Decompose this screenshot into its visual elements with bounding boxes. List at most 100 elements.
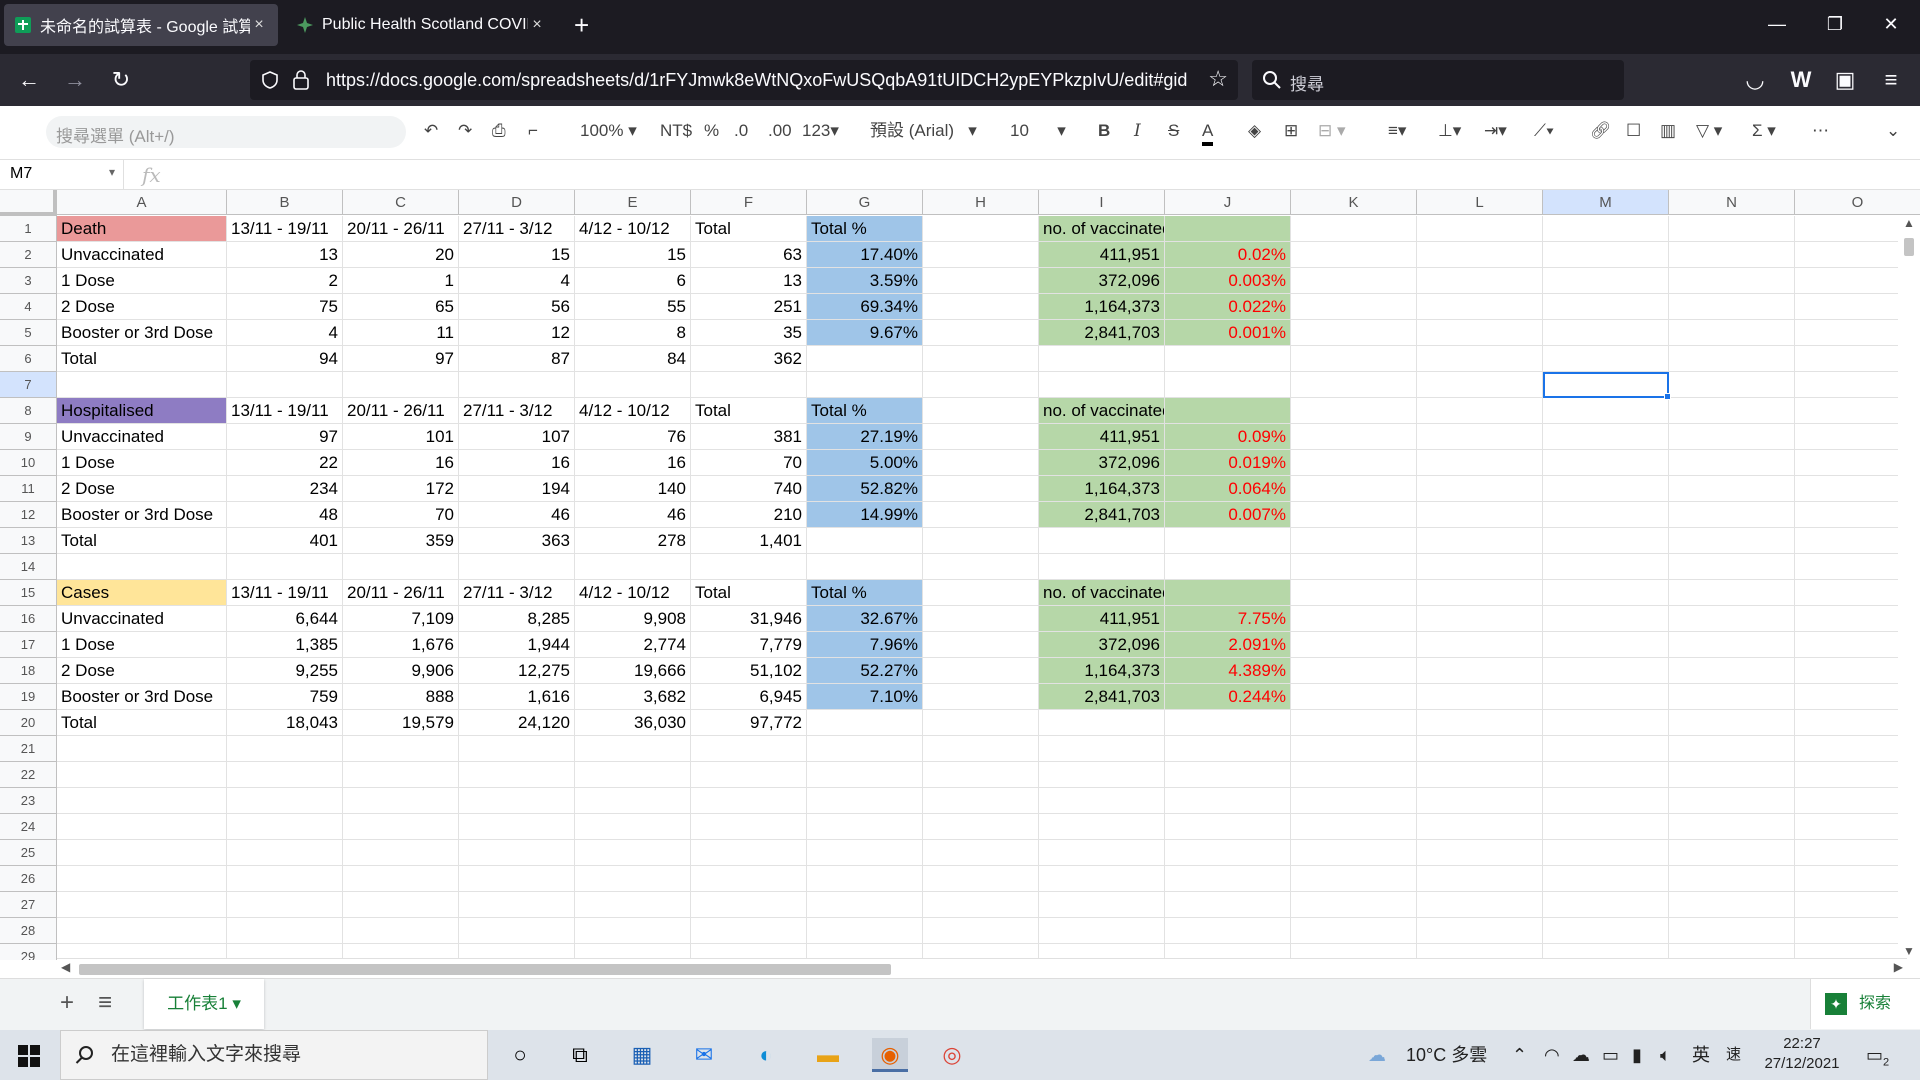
cell-m8[interactable] [1543, 398, 1669, 424]
cell-e18[interactable]: 19,666 [575, 658, 691, 684]
cell-j25[interactable] [1165, 840, 1291, 866]
cell-h9[interactable] [923, 424, 1039, 450]
cell-h1[interactable] [923, 216, 1039, 242]
cell-j5[interactable]: 0.001% [1165, 320, 1291, 346]
cell-l11[interactable] [1417, 476, 1543, 502]
cell-g13[interactable] [807, 528, 923, 554]
cell-h18[interactable] [923, 658, 1039, 684]
undo-icon[interactable]: ↶ [424, 120, 438, 142]
redo-icon[interactable]: ↷ [458, 120, 472, 142]
cell-b5[interactable]: 4 [227, 320, 343, 346]
close-tab-icon[interactable]: × [250, 16, 268, 34]
cell-c17[interactable]: 1,676 [343, 632, 459, 658]
align-vertical-icon[interactable]: ⊥▾ [1438, 120, 1461, 142]
cell-g6[interactable] [807, 346, 923, 372]
cell-j24[interactable] [1165, 814, 1291, 840]
font-select[interactable]: 預設 (Arial) ▾ [870, 120, 977, 142]
cell-n8[interactable] [1669, 398, 1795, 424]
cell-m1[interactable] [1543, 216, 1669, 242]
cell-b27[interactable] [227, 892, 343, 918]
cell-f8[interactable]: Total [691, 398, 807, 424]
cell-h10[interactable] [923, 450, 1039, 476]
cell-b6[interactable]: 94 [227, 346, 343, 372]
sheet-tab-active[interactable]: 工作表1 ▾ [144, 979, 264, 1029]
cell-c9[interactable]: 101 [343, 424, 459, 450]
cell-d26[interactable] [459, 866, 575, 892]
cell-n25[interactable] [1669, 840, 1795, 866]
cell-a11[interactable]: 2 Dose [57, 476, 227, 502]
cell-b4[interactable]: 75 [227, 294, 343, 320]
cell-a8[interactable]: Hospitalised [57, 398, 227, 424]
column-header-k[interactable]: K [1291, 190, 1417, 215]
cell-a27[interactable] [57, 892, 227, 918]
cell-e9[interactable]: 76 [575, 424, 691, 450]
cell-f26[interactable] [691, 866, 807, 892]
cell-e10[interactable]: 16 [575, 450, 691, 476]
cell-j13[interactable] [1165, 528, 1291, 554]
cell-g12[interactable]: 14.99% [807, 502, 923, 528]
cell-l14[interactable] [1417, 554, 1543, 580]
cell-n3[interactable] [1669, 268, 1795, 294]
cell-g3[interactable]: 3.59% [807, 268, 923, 294]
text-wrap-icon[interactable]: ⇥▾ [1484, 120, 1507, 142]
extension-icon[interactable]: ▣ [1830, 66, 1860, 94]
cell-e17[interactable]: 2,774 [575, 632, 691, 658]
cell-c27[interactable] [343, 892, 459, 918]
cell-c13[interactable]: 359 [343, 528, 459, 554]
cell-d5[interactable]: 12 [459, 320, 575, 346]
cell-n28[interactable] [1669, 918, 1795, 944]
cell-l5[interactable] [1417, 320, 1543, 346]
cell-l22[interactable] [1417, 762, 1543, 788]
cell-a19[interactable]: Booster or 3rd Dose [57, 684, 227, 710]
cell-i23[interactable] [1039, 788, 1165, 814]
borders-icon[interactable]: ⊞ [1284, 120, 1298, 142]
cell-c15[interactable]: 20/11 - 26/11 [343, 580, 459, 606]
cell-f24[interactable] [691, 814, 807, 840]
horizontal-scrollbar[interactable]: ◀ ▶ [57, 958, 1907, 978]
cell-k6[interactable] [1291, 346, 1417, 372]
cell-f1[interactable]: Total [691, 216, 807, 242]
row-header-24[interactable]: 24 [0, 814, 57, 840]
row-header-4[interactable]: 4 [0, 294, 57, 320]
column-header-a[interactable]: A [57, 190, 227, 215]
cell-l18[interactable] [1417, 658, 1543, 684]
text-color-button[interactable]: A [1202, 120, 1214, 146]
cell-f28[interactable] [691, 918, 807, 944]
cell-k22[interactable] [1291, 762, 1417, 788]
cell-g10[interactable]: 5.00% [807, 450, 923, 476]
cell-n24[interactable] [1669, 814, 1795, 840]
cell-n18[interactable] [1669, 658, 1795, 684]
cell-k11[interactable] [1291, 476, 1417, 502]
cell-g21[interactable] [807, 736, 923, 762]
column-header-i[interactable]: I [1039, 190, 1165, 215]
insert-comment-icon[interactable]: ☐ [1626, 120, 1641, 142]
scroll-left-icon[interactable]: ◀ [61, 960, 70, 974]
cell-h3[interactable] [923, 268, 1039, 294]
cell-a24[interactable] [57, 814, 227, 840]
cell-k10[interactable] [1291, 450, 1417, 476]
cell-a22[interactable] [57, 762, 227, 788]
cell-a17[interactable]: 1 Dose [57, 632, 227, 658]
notification-icon[interactable]: ▭2 [1866, 1030, 1889, 1080]
cell-n4[interactable] [1669, 294, 1795, 320]
cell-b15[interactable]: 13/11 - 19/11 [227, 580, 343, 606]
cell-g26[interactable] [807, 866, 923, 892]
cell-h17[interactable] [923, 632, 1039, 658]
cell-d22[interactable] [459, 762, 575, 788]
row-header-5[interactable]: 5 [0, 320, 57, 346]
cell-j28[interactable] [1165, 918, 1291, 944]
cell-l13[interactable] [1417, 528, 1543, 554]
cell-k5[interactable] [1291, 320, 1417, 346]
cell-l3[interactable] [1417, 268, 1543, 294]
cell-j20[interactable] [1165, 710, 1291, 736]
url-text[interactable]: https://docs.google.com/spreadsheets/d/1… [326, 70, 1206, 91]
cell-d28[interactable] [459, 918, 575, 944]
cell-k17[interactable] [1291, 632, 1417, 658]
add-sheet-button[interactable]: + [60, 989, 74, 1017]
collapse-toolbar-icon[interactable]: ⌄ [1886, 120, 1900, 142]
cell-c25[interactable] [343, 840, 459, 866]
cell-f2[interactable]: 63 [691, 242, 807, 268]
column-header-e[interactable]: E [575, 190, 691, 215]
row-header-18[interactable]: 18 [0, 658, 57, 684]
pocket-icon[interactable]: ◡ [1740, 66, 1770, 94]
